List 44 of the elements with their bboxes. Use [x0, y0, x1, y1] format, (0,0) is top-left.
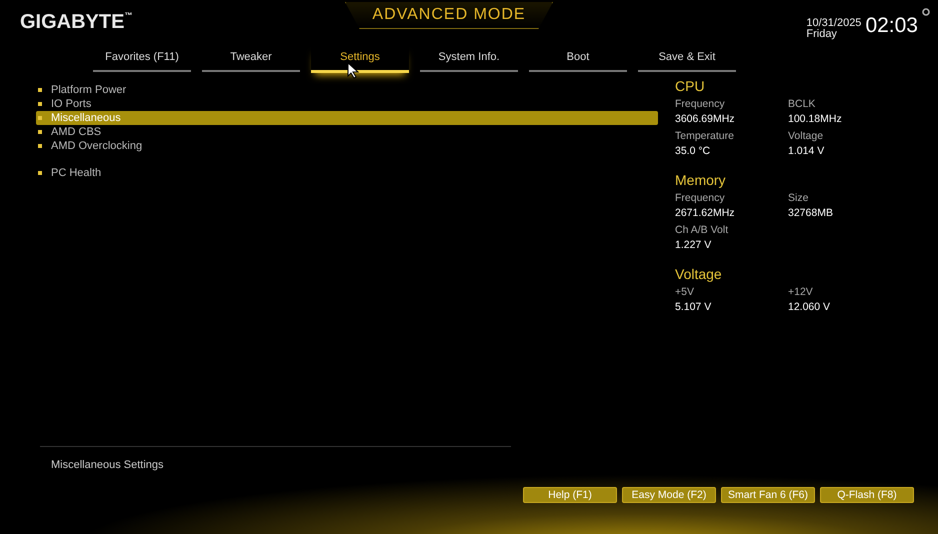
field-label: Frequency	[675, 98, 726, 110]
weekday: Friday	[806, 28, 838, 40]
menu-tab[interactable]: Tweaker	[202, 45, 300, 72]
mode-banner: ADVANCED MODE	[345, 2, 553, 29]
field-value: 5.107 V	[675, 301, 712, 313]
date: 10/31/2025	[806, 18, 862, 28]
menu-item[interactable]: Platform Power	[36, 83, 658, 97]
logo: GIGABYTE$^{™}$	[20, 11, 132, 33]
bullet-icon	[38, 130, 42, 134]
menu-item[interactable]: AMD CBS	[36, 125, 658, 139]
field-value: 35.0 °C	[675, 145, 712, 157]
clock-time: 02:03	[865, 14, 918, 38]
field-value: 3606.69MHz	[675, 113, 736, 125]
bullet-icon	[38, 88, 42, 92]
field-label: Temperature	[675, 130, 735, 142]
menu-item[interactable]: IO Ports	[36, 97, 658, 111]
field-value: 100.18MHz	[788, 113, 843, 125]
menu-item[interactable]: AMD Overclocking	[36, 139, 658, 153]
menu-tab[interactable]: Favorites (F11)	[93, 45, 191, 72]
menu-tab[interactable]: Save & Exit	[638, 45, 736, 72]
field-value: 12.060 V	[788, 301, 832, 313]
field-label: BCLK	[788, 98, 816, 110]
section-title: CPU	[675, 78, 706, 94]
field-value: 2671.62MHz	[675, 207, 736, 219]
field-label: Size	[788, 192, 810, 204]
bullet-icon	[38, 171, 42, 175]
section-title: Memory	[675, 172, 727, 188]
menu-tab[interactable]: Boot	[529, 45, 627, 72]
field-label: Voltage	[788, 130, 824, 142]
bullet-icon	[38, 116, 42, 120]
mouse-pointer-icon	[347, 62, 359, 79]
field-label: Ch A/B Volt	[675, 224, 730, 236]
bullet-icon	[38, 144, 42, 148]
field-label: +12V	[788, 286, 814, 298]
bullet-icon	[38, 102, 42, 106]
section-title: Voltage	[675, 266, 723, 282]
menu-item[interactable]: PC Health	[36, 166, 658, 180]
field-value: 32768MB	[788, 207, 834, 219]
field-label: +5V	[675, 286, 695, 298]
help-text: Miscellaneous Settings	[51, 459, 164, 471]
field-value: 1.227 V	[675, 239, 712, 251]
field-value: 1.014 V	[788, 145, 826, 157]
field-label: Frequency	[675, 192, 726, 204]
menu-tab[interactable]: System Info.	[420, 45, 518, 72]
